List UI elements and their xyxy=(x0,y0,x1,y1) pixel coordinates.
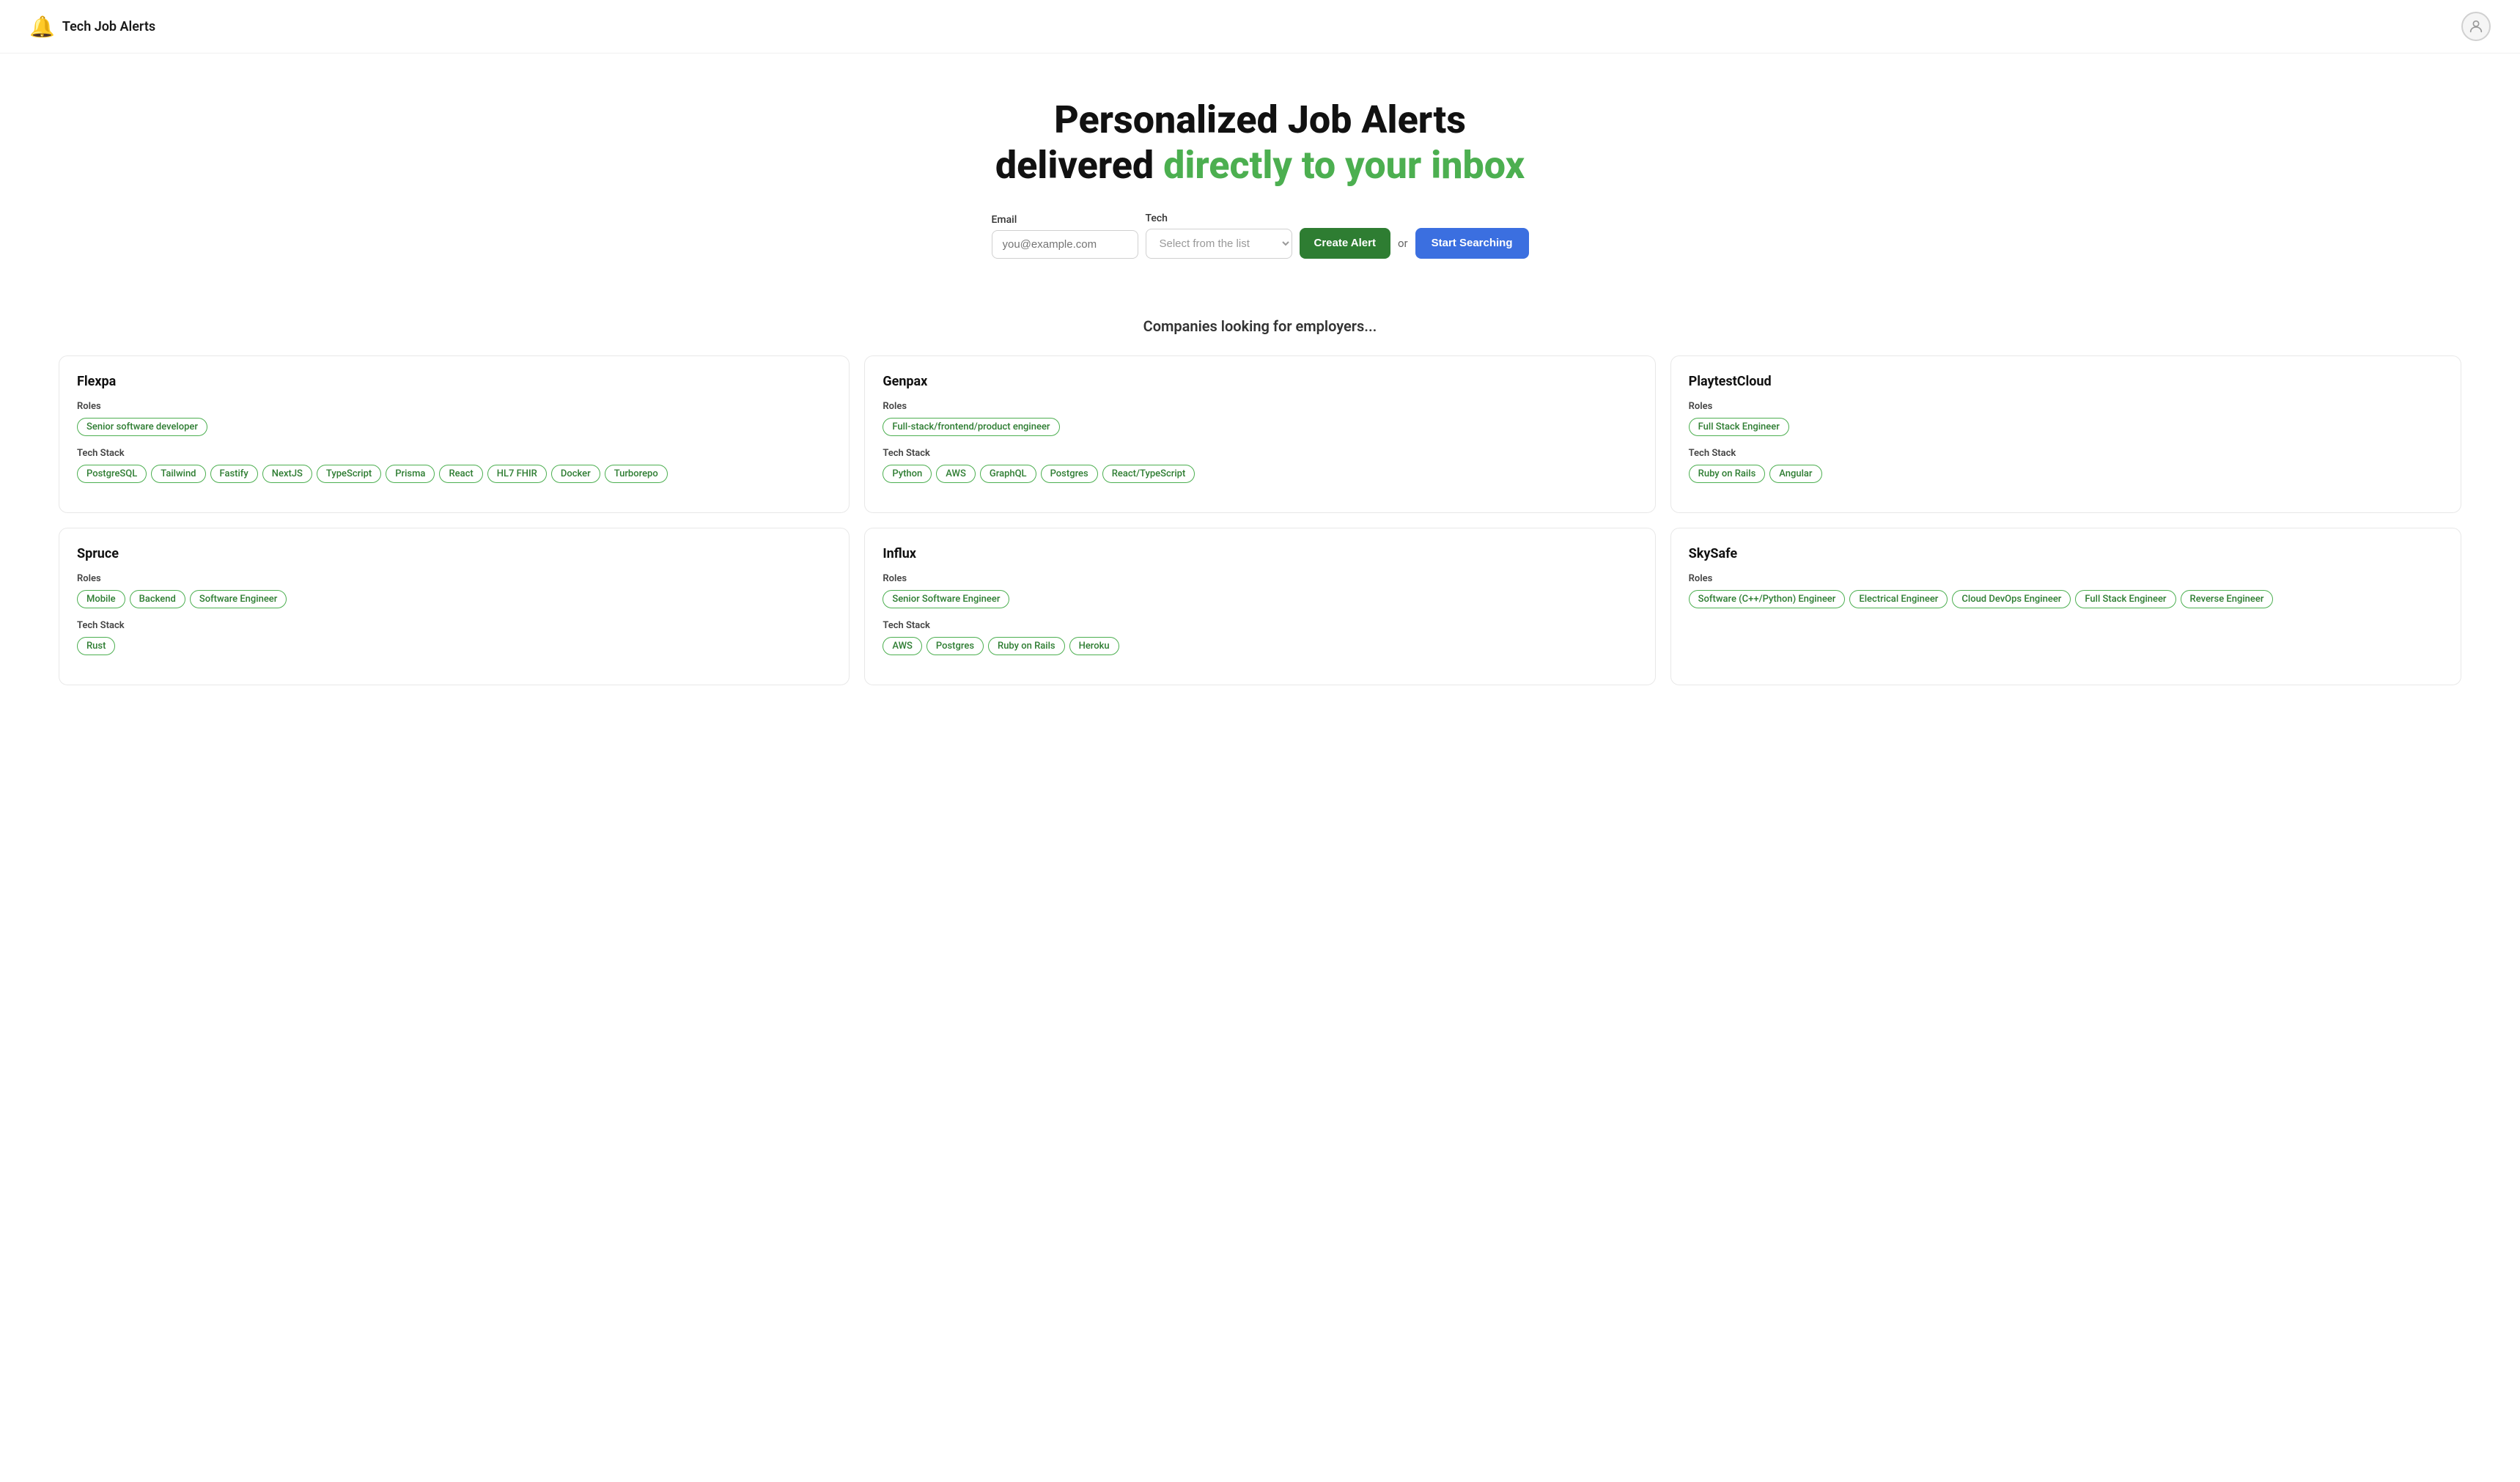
hero-title: Personalized Job Alerts delivered direct… xyxy=(15,97,2505,189)
roles-tags: Software (C++/Python) EngineerElectrical… xyxy=(1689,590,2443,608)
company-name: Flexpa xyxy=(77,374,831,389)
tech-tag: React/TypeScript xyxy=(1102,465,1195,483)
company-name: SkySafe xyxy=(1689,546,2443,561)
tech-tag: Postgres xyxy=(1041,465,1098,483)
tech-select[interactable]: Select from the list xyxy=(1146,229,1292,259)
roles-label: Roles xyxy=(1689,401,2443,412)
tech-tag: Rust xyxy=(77,637,115,655)
tech-label: Tech Stack xyxy=(77,448,831,459)
tech-tags: PostgreSQLTailwind FastifyNextJS TypeScrip… xyxy=(77,465,831,483)
create-alert-button[interactable]: Create Alert xyxy=(1300,228,1390,259)
email-input[interactable] xyxy=(992,230,1138,259)
tech-tag: Ruby on Rails xyxy=(1689,465,1766,483)
tech-tag: Postgres xyxy=(926,637,984,655)
tech-tags: Ruby on RailsAngular xyxy=(1689,465,2443,483)
role-tag: Senior software developer xyxy=(77,418,207,436)
tech-label: Tech Stack xyxy=(883,448,1637,459)
tech-label: Tech Stack xyxy=(77,620,831,631)
tech-tag: TypeScript xyxy=(317,465,381,483)
roles-tags: Senior software developer xyxy=(77,418,831,436)
company-name: Influx xyxy=(883,546,1637,561)
company-card: SkySafe Roles Software (C++/Python) Engi… xyxy=(1670,528,2461,685)
start-searching-button[interactable]: Start Searching xyxy=(1415,228,1529,259)
roles-label: Roles xyxy=(883,401,1637,412)
role-tag: Mobile xyxy=(77,590,125,608)
alert-form: Email Tech Select from the list Create A… xyxy=(15,213,2505,259)
tech-tag: Fastify xyxy=(210,465,258,483)
hero-section: Personalized Job Alerts delivered direct… xyxy=(0,54,2520,288)
tech-label: Tech Stack xyxy=(883,620,1637,631)
tech-tag: Turborepo xyxy=(605,465,668,483)
logo-area: 🔔 Tech Job Alerts xyxy=(29,15,155,39)
tech-tag: Prisma xyxy=(386,465,435,483)
role-tag: Software (C++/Python) Engineer xyxy=(1689,590,1846,608)
tech-tags: Rust xyxy=(77,637,831,655)
tech-tag: Docker xyxy=(551,465,600,483)
role-tag: Cloud DevOps Engineer xyxy=(1952,590,2071,608)
roles-tags: Senior Software Engineer xyxy=(883,590,1637,608)
tech-tag: Angular xyxy=(1769,465,1821,483)
role-tag: Full-stack/frontend/product engineer xyxy=(883,418,1059,436)
roles-tags: Full Stack Engineer xyxy=(1689,418,2443,436)
companies-section: Companies looking for employers... Flexp… xyxy=(0,288,2520,729)
logo-text: Tech Job Alerts xyxy=(62,19,155,34)
tech-tag: GraphQL xyxy=(980,465,1036,483)
company-card: Genpax Roles Full-stack/frontend/product… xyxy=(864,355,1655,513)
roles-label: Roles xyxy=(1689,573,2443,584)
role-tag: Backend xyxy=(130,590,185,608)
company-name: PlaytestCloud xyxy=(1689,374,2443,389)
roles-tags: Full-stack/frontend/product engineer xyxy=(883,418,1637,436)
company-card: Influx Roles Senior Software Engineer Te… xyxy=(864,528,1655,685)
company-card: PlaytestCloud Roles Full Stack Engineer … xyxy=(1670,355,2461,513)
tech-tag: React xyxy=(439,465,482,483)
tech-field-group: Tech Select from the list xyxy=(1146,213,1292,259)
role-tag: Senior Software Engineer xyxy=(883,590,1009,608)
tech-tags: PythonAWSGraphQL PostgresReact/TypeScript xyxy=(883,465,1637,483)
role-tag: Software Engineer xyxy=(190,590,287,608)
companies-grid: Flexpa Roles Senior software developer T… xyxy=(59,355,2461,685)
tech-tag: Ruby on Rails xyxy=(988,637,1065,655)
role-tag: Electrical Engineer xyxy=(1849,590,1948,608)
company-name: Spruce xyxy=(77,546,831,561)
role-tag: Reverse Engineer xyxy=(2181,590,2274,608)
tech-label: Tech Stack xyxy=(1689,448,2443,459)
tech-tags: AWSPostgresRuby on RailsHeroku xyxy=(883,637,1637,655)
tech-tag: AWS xyxy=(936,465,976,483)
roles-tags: Mobile Backend Software Engineer xyxy=(77,590,831,608)
company-card: Flexpa Roles Senior software developer T… xyxy=(59,355,850,513)
email-label: Email xyxy=(992,214,1138,226)
header: 🔔 Tech Job Alerts xyxy=(0,0,2520,54)
or-separator: or xyxy=(1398,228,1408,259)
roles-label: Roles xyxy=(883,573,1637,584)
tech-tag: Heroku xyxy=(1069,637,1119,655)
tech-tag: AWS xyxy=(883,637,922,655)
avatar-button[interactable] xyxy=(2461,12,2491,41)
role-tag: Full Stack Engineer xyxy=(2075,590,2175,608)
tech-tag: HL7 FHIR xyxy=(487,465,547,483)
tech-tag: Tailwind xyxy=(151,465,205,483)
tech-tag: Python xyxy=(883,465,932,483)
tech-tag: PostgreSQL xyxy=(77,465,147,483)
company-card: Spruce Roles Mobile Backend Software Engin… xyxy=(59,528,850,685)
tech-tag: NextJS xyxy=(262,465,312,483)
tech-label: Tech xyxy=(1146,213,1292,224)
company-name: Genpax xyxy=(883,374,1637,389)
roles-label: Roles xyxy=(77,401,831,412)
email-field-group: Email xyxy=(992,214,1138,259)
companies-title: Companies looking for employers... xyxy=(59,317,2461,335)
bell-icon: 🔔 xyxy=(29,15,55,39)
role-tag: Full Stack Engineer xyxy=(1689,418,1789,436)
roles-label: Roles xyxy=(77,573,831,584)
